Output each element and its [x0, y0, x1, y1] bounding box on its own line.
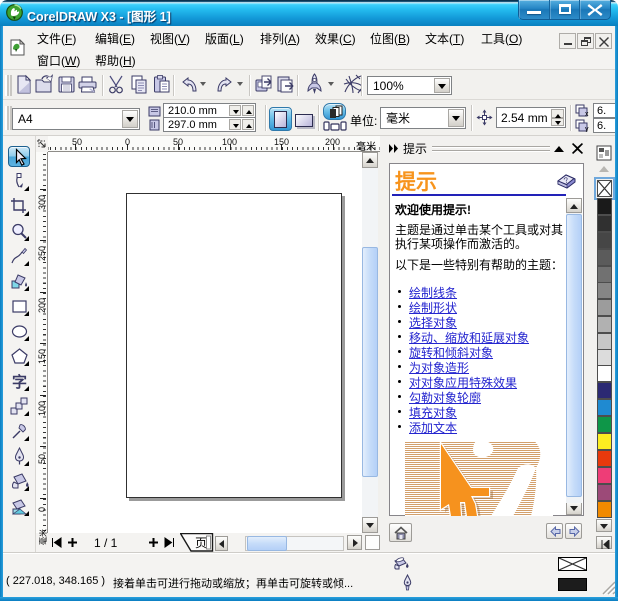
svg-text:y: y	[585, 126, 589, 132]
svg-text:x: x	[585, 111, 589, 117]
svg-text:页: 页	[195, 536, 207, 550]
svg-text:字: 字	[12, 373, 27, 391]
